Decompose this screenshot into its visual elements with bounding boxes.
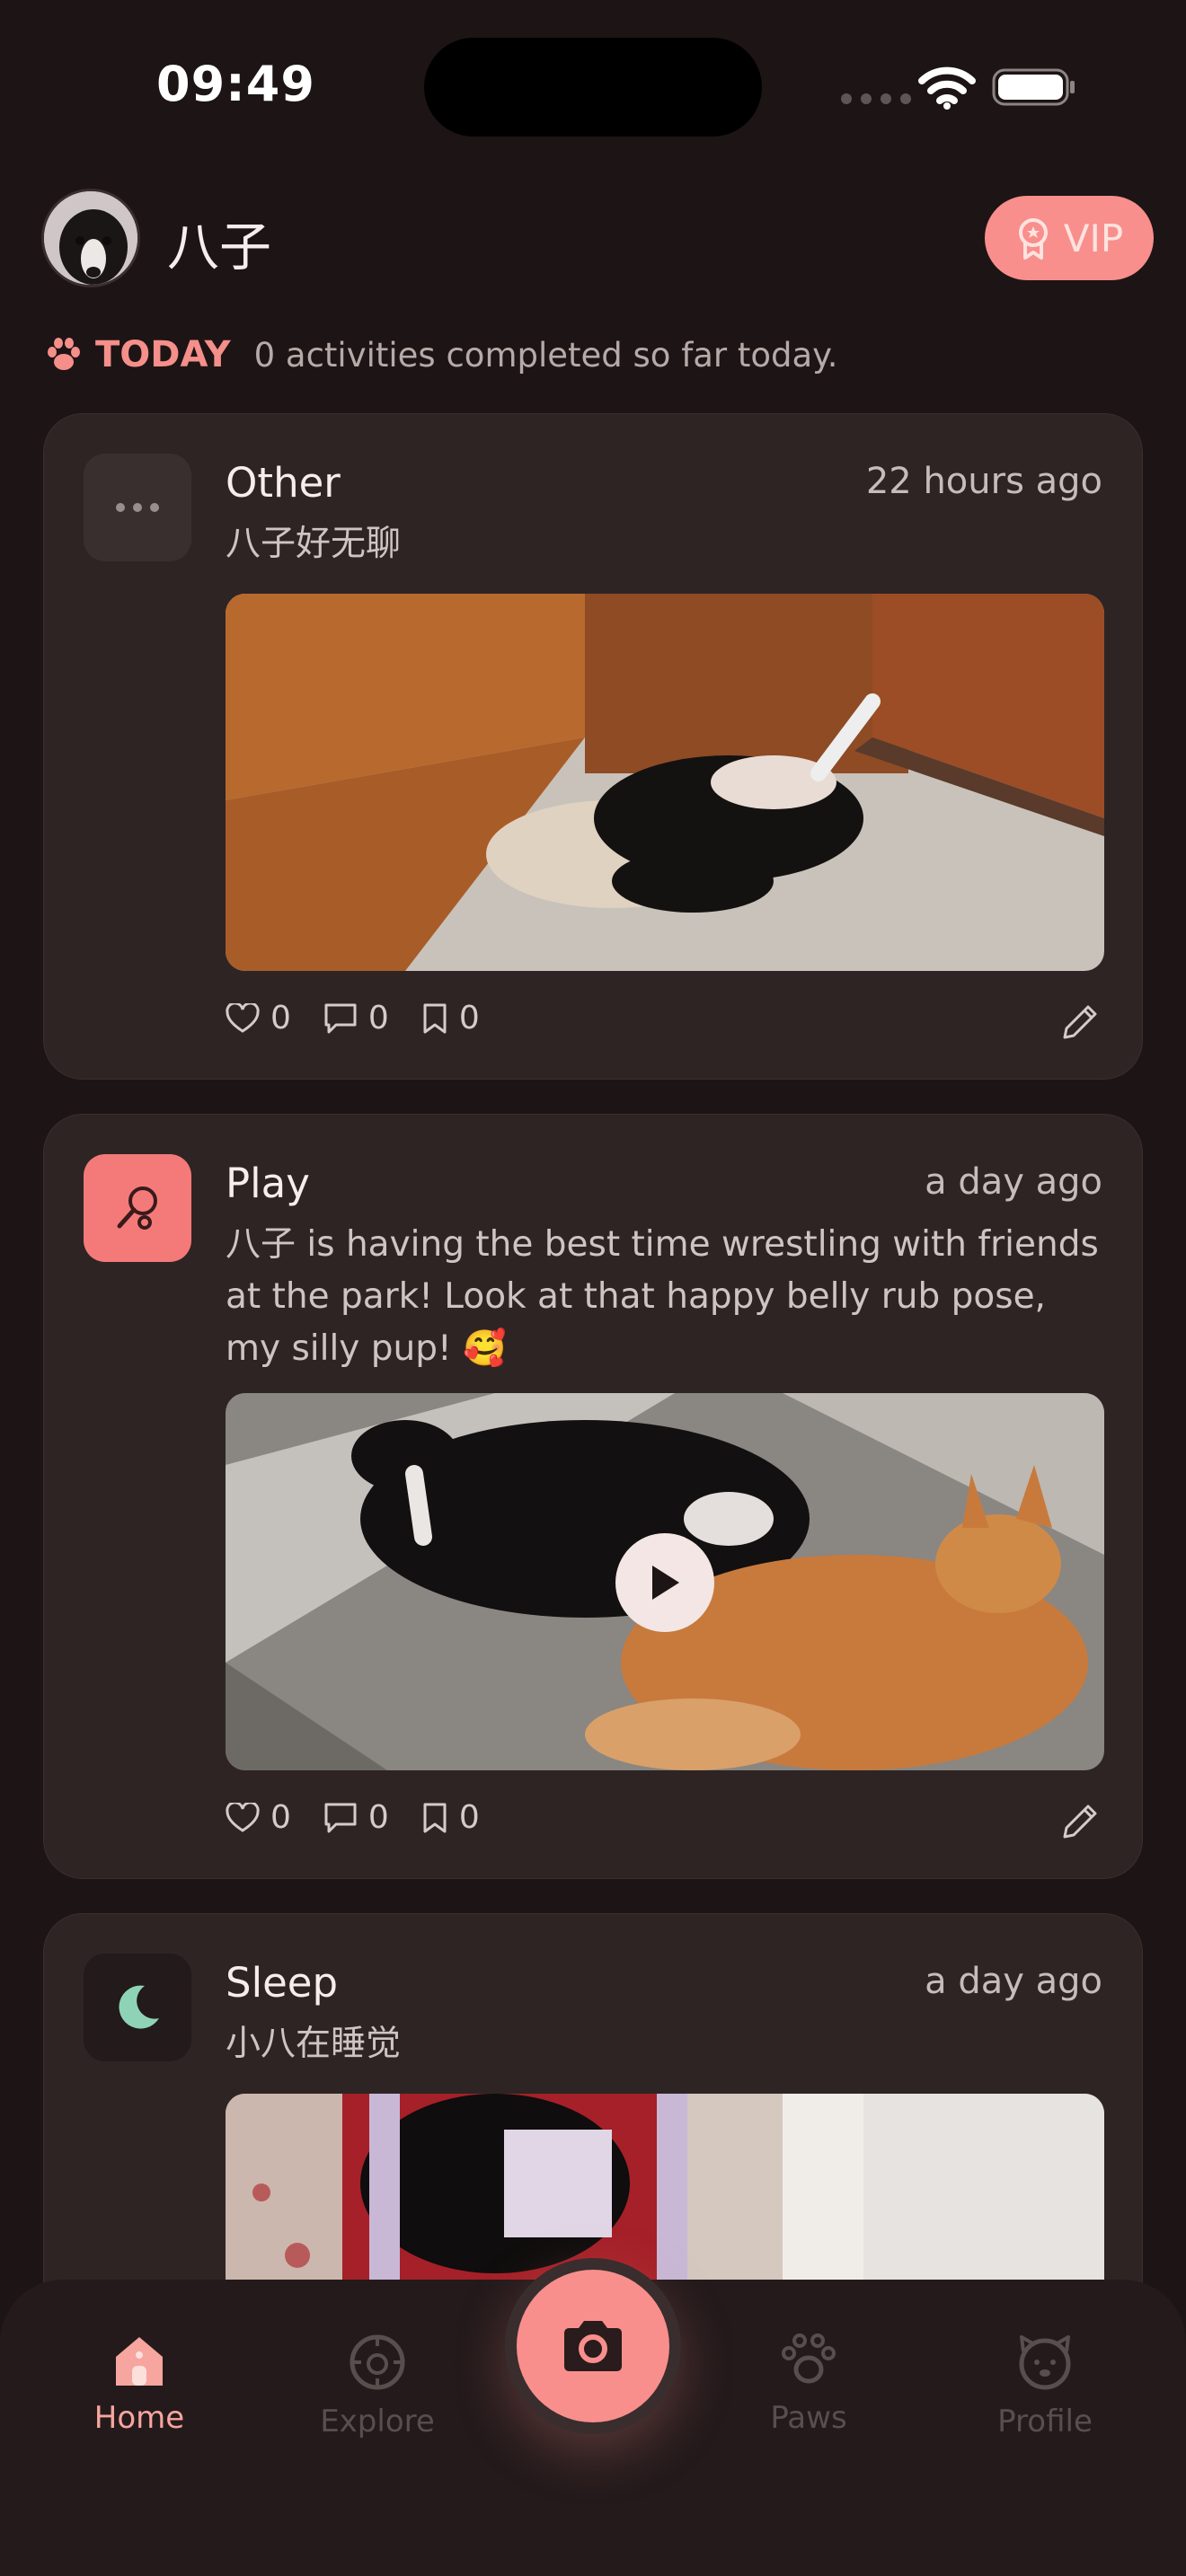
today-activity-count: 0 activities completed so far today. [253,335,838,375]
nav-paws-label: Paws [770,2400,847,2436]
like-button[interactable]: 0 [226,1000,291,1037]
activity-time: a day ago [925,1961,1102,2002]
explore-icon [350,2334,405,2390]
dynamic-island [424,38,762,137]
nav-explore[interactable]: Explore [288,2333,467,2439]
comment-icon [324,1003,357,1033]
activity-category: Play [226,1160,310,1207]
today-label: TODAY [95,334,231,375]
edit-pencil-icon[interactable] [1059,1801,1101,1842]
more-dots-icon [116,503,159,512]
battery-icon [992,68,1075,106]
like-count: 0 [270,1000,291,1037]
award-icon [1018,218,1048,260]
pet-name[interactable]: 八子 [167,205,271,280]
activity-category: Other [226,459,341,507]
activity-description: 八子 is having the best time wrestling wit… [226,1224,1099,1369]
category-icon [84,1154,191,1262]
activity-card[interactable]: Other 22 hours ago 八子好无聊 0 0 0 [43,413,1143,1080]
like-button[interactable]: 0 [226,1799,291,1836]
nav-home-label: Home [93,2400,185,2436]
nav-explore-label: Explore [320,2404,435,2439]
bottom-navigation: Home Explore Paws Profile [0,2258,1186,2576]
bookmark-icon [423,1803,447,1832]
comment-count: 0 [367,1000,389,1037]
status-time: 09:49 [156,56,315,112]
heart-icon [226,1802,260,1832]
paws-icon [782,2333,836,2384]
activity-actions: 0 0 0 [226,1799,480,1836]
activity-description: 小八在睡觉 [226,2024,402,2064]
play-icon [652,1566,679,1600]
comment-count: 0 [367,1799,389,1836]
camera-button[interactable] [517,2270,669,2422]
activity-card[interactable]: Play a day ago 八子 is having the best tim… [43,1114,1143,1879]
nav-profile-label: Profile [997,2404,1093,2439]
edit-pencil-icon[interactable] [1059,1001,1101,1043]
save-button[interactable]: 0 [421,1000,480,1037]
camera-icon [564,2321,622,2371]
activity-time: a day ago [925,1161,1102,1203]
activity-video[interactable] [226,1393,1104,1770]
heart-icon [226,1002,260,1033]
profile-dog-icon [1019,2335,1071,2390]
vip-button[interactable]: VIP [985,196,1154,280]
activity-photo[interactable] [226,594,1104,971]
activity-category: Sleep [226,1959,339,2007]
category-icon [84,1954,191,2061]
activity-actions: 0 0 0 [226,1000,480,1037]
today-summary: TODAY 0 activities completed so far toda… [45,332,838,377]
activity-time: 22 hours ago [865,461,1102,502]
nav-home[interactable]: Home [49,2333,229,2436]
wifi-icon [918,66,976,110]
moon-icon [119,1985,159,2029]
pet-avatar[interactable] [41,189,140,287]
comment-icon [324,1803,357,1832]
home-icon [116,2337,163,2386]
nav-profile[interactable]: Profile [955,2333,1135,2439]
bookmark-icon [423,1003,447,1033]
category-icon [84,454,191,561]
save-button[interactable]: 0 [421,1799,480,1836]
like-count: 0 [270,1799,291,1836]
toy-racket-icon [117,1187,157,1230]
app-header: 八子 VIP [0,180,1186,296]
comment-button[interactable]: 0 [323,1799,389,1836]
cellular-signal-icon [841,93,911,104]
vip-label: VIP [1063,216,1124,260]
play-button[interactable] [615,1533,714,1632]
status-bar: 09:49 [0,0,1186,171]
save-count: 0 [458,1000,480,1037]
paw-icon [48,338,80,370]
camera-button-wrap [505,2258,681,2434]
comment-button[interactable]: 0 [323,1000,389,1037]
save-count: 0 [458,1799,480,1836]
activity-description: 八子好无聊 [226,524,402,564]
nav-paws[interactable]: Paws [719,2333,898,2436]
